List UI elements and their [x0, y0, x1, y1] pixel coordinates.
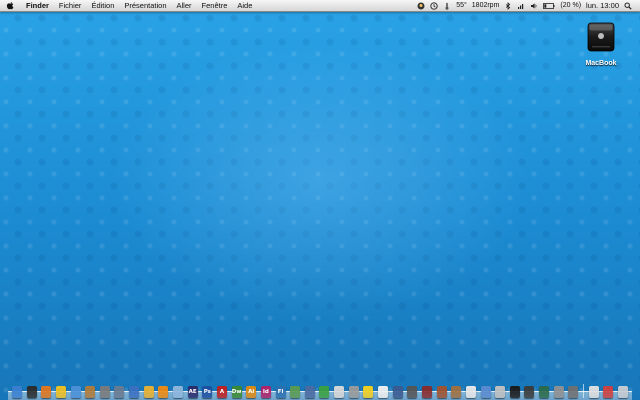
ical-icon[interactable]	[465, 386, 476, 398]
trash-icon[interactable]	[617, 386, 628, 398]
photoshop-glyph: Ps	[203, 389, 211, 395]
after-effects-glyph: AE	[188, 389, 197, 395]
settings-icon[interactable]	[568, 386, 579, 398]
address-book-icon[interactable]	[451, 386, 462, 398]
desktop: Finder Fichier Édition Présentation Alle…	[0, 0, 640, 400]
menu-bar: Finder Fichier Édition Présentation Alle…	[0, 0, 640, 12]
dashboard-icon[interactable]	[26, 386, 37, 398]
bluetooth-icon[interactable]	[504, 1, 512, 10]
dock-items: AE Ps A Dw Ai Id Fl	[12, 380, 628, 398]
menu-fichier[interactable]: Fichier	[54, 0, 87, 11]
acrobat-icon[interactable]: A	[216, 386, 227, 398]
folder-icon[interactable]	[173, 386, 184, 398]
time-machine-menu-icon[interactable]	[430, 1, 438, 10]
menu-aller[interactable]: Aller	[172, 0, 197, 11]
stickies-icon[interactable]	[334, 386, 345, 398]
thermometer-icon	[445, 2, 449, 10]
preview-icon[interactable]	[290, 386, 301, 398]
hard-drive-icon	[587, 22, 615, 52]
menu-edition[interactable]: Édition	[86, 0, 119, 11]
finder-2-icon[interactable]	[70, 386, 81, 398]
coffee-icon[interactable]	[436, 386, 447, 398]
text-edit-icon[interactable]	[378, 386, 389, 398]
activity-monitor-icon[interactable]	[524, 386, 535, 398]
xcode-icon[interactable]	[304, 386, 315, 398]
system-preferences-icon[interactable]	[114, 386, 125, 398]
spotlight-icon[interactable]	[624, 2, 632, 10]
vlc-icon[interactable]	[158, 386, 169, 398]
documents-stack-icon[interactable]	[588, 386, 599, 398]
hard-drive-desktop-icon[interactable]: MacBook	[583, 21, 619, 67]
flash-glyph: Fl	[277, 389, 284, 395]
indesign-glyph: Id	[262, 389, 269, 395]
dock: AE Ps A Dw Ai Id Fl	[8, 380, 632, 400]
battery-percentage[interactable]: (20 %)	[560, 0, 581, 11]
script-menu-icon[interactable]	[417, 2, 425, 10]
photoshop-icon[interactable]: Ps	[202, 386, 213, 398]
flash-icon[interactable]: Fl	[275, 386, 286, 398]
calculator-icon[interactable]	[407, 386, 418, 398]
apple-menu-icon[interactable]	[6, 1, 15, 10]
iphoto-icon[interactable]	[495, 386, 506, 398]
rubber-duck-icon[interactable]	[363, 386, 374, 398]
indesign-icon[interactable]: Id	[260, 386, 271, 398]
downloads-stack-icon[interactable]	[603, 386, 614, 398]
adium-icon[interactable]	[55, 386, 66, 398]
dreamweaver-icon[interactable]: Dw	[231, 386, 242, 398]
chess-icon[interactable]	[348, 386, 359, 398]
illustrator-icon[interactable]: Ai	[246, 386, 257, 398]
menu-app-name[interactable]: Finder	[21, 0, 54, 11]
menu-fenetre[interactable]: Fenêtre	[197, 0, 233, 11]
pages-icon[interactable]	[143, 386, 154, 398]
itunes-icon[interactable]	[129, 386, 140, 398]
disk-utility-icon[interactable]	[553, 386, 564, 398]
games-icon[interactable]	[319, 386, 330, 398]
dock-separator	[582, 384, 584, 398]
battery-icon[interactable]	[543, 2, 555, 10]
utility-icon[interactable]	[99, 386, 110, 398]
mail-icon[interactable]	[480, 386, 491, 398]
clock[interactable]: lun. 13:00	[586, 0, 619, 11]
temperature-readout[interactable]: 55°	[456, 0, 467, 11]
hard-drive-label: MacBook	[585, 60, 617, 67]
wifi-icon[interactable]	[517, 2, 525, 10]
fan-speed-readout[interactable]: 1802rpm	[472, 0, 500, 11]
network-icon[interactable]	[392, 386, 403, 398]
menu-aide[interactable]: Aide	[232, 0, 257, 11]
menu-presentation[interactable]: Présentation	[119, 0, 171, 11]
illustrator-glyph: Ai	[248, 389, 255, 395]
dreamweaver-glyph: Dw	[231, 389, 242, 395]
time-machine-icon[interactable]	[539, 386, 550, 398]
firefox-icon[interactable]	[41, 386, 52, 398]
photo-booth-icon[interactable]	[421, 386, 432, 398]
acrobat-glyph: A	[219, 389, 225, 395]
volume-icon[interactable]	[530, 2, 538, 10]
after-effects-icon[interactable]: AE	[187, 386, 198, 398]
terminal-icon[interactable]	[509, 386, 520, 398]
photo-icon[interactable]	[85, 386, 96, 398]
finder-icon[interactable]	[12, 386, 22, 398]
